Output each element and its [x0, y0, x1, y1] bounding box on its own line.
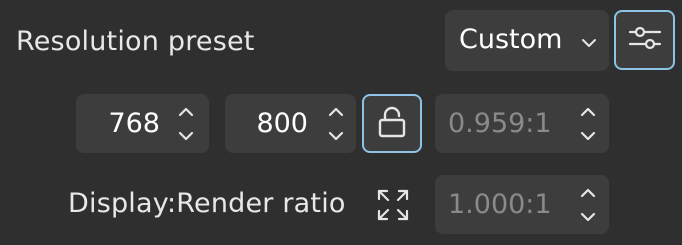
width-value: 768: [108, 108, 160, 139]
aspect-ratio-value: 0.959:1: [448, 108, 552, 139]
display-render-ratio-label: Display:Render ratio: [68, 188, 346, 219]
display-ratio-value: 1.000:1: [448, 189, 552, 220]
height-stepper[interactable]: [326, 102, 350, 146]
display-ratio-spinbox: 1.000:1: [435, 175, 609, 234]
sliders-icon: [627, 23, 663, 57]
height-value: 800: [256, 108, 308, 139]
chevron-down-icon: [581, 34, 597, 53]
resolution-preset-value: Custom: [459, 24, 563, 55]
chevron-up-icon: [328, 107, 344, 117]
resolution-preset-dropdown[interactable]: Custom: [445, 10, 609, 71]
display-ratio-stepper: [578, 183, 602, 227]
width-stepper[interactable]: [176, 102, 200, 146]
height-spinbox[interactable]: 800: [225, 94, 356, 153]
aspect-ratio-stepper: [578, 102, 602, 146]
chevron-up-icon: [580, 188, 596, 198]
chevron-up-icon: [580, 107, 596, 117]
chevron-down-icon: [580, 131, 596, 141]
resolution-preset-label: Resolution preset: [16, 26, 255, 57]
aspect-lock-button[interactable]: [362, 94, 422, 153]
preset-settings-button[interactable]: [614, 10, 675, 70]
chevron-down-icon: [178, 131, 194, 141]
width-spinbox[interactable]: 768: [76, 94, 209, 153]
chevron-down-icon: [580, 212, 596, 222]
expand-arrows-icon[interactable]: [372, 184, 414, 226]
chevron-up-icon: [178, 107, 194, 117]
aspect-ratio-spinbox: 0.959:1: [435, 94, 609, 153]
unlocked-padlock-icon: [377, 105, 407, 143]
chevron-down-icon: [328, 131, 344, 141]
